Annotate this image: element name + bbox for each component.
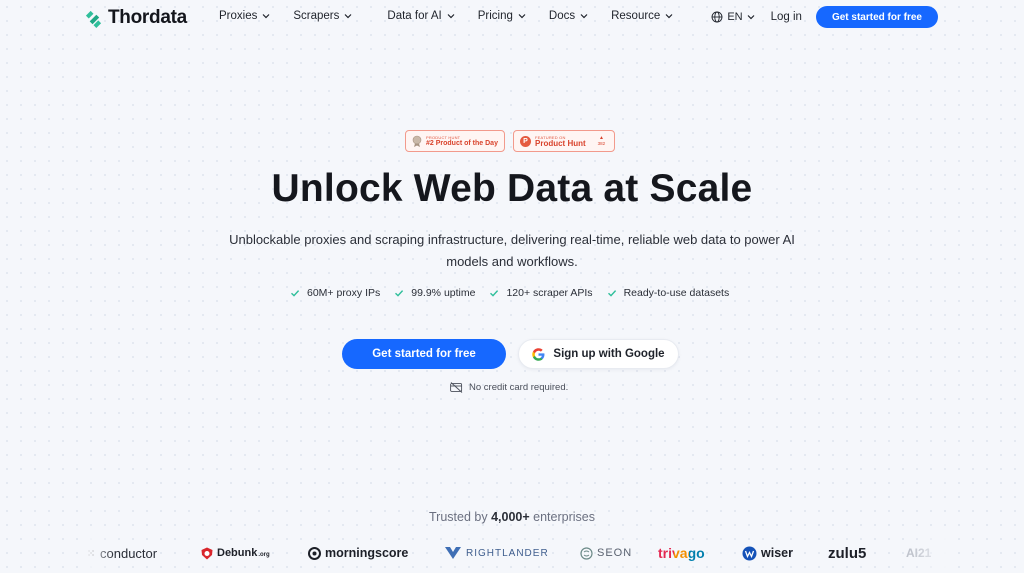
no-credit-card-note: No credit card required. <box>450 382 568 393</box>
chevron-down-icon <box>447 14 455 19</box>
menu-label: Pricing <box>477 10 513 22</box>
upvote-number: 382 <box>597 141 606 146</box>
badge-big-text: Product Hunt <box>535 138 586 148</box>
trivago-logo: trivago <box>658 541 705 565</box>
badge-big-text: #2 Product of the Day <box>426 139 498 147</box>
top-nav: Thordata Proxies Scrapers Data for AI Pr… <box>0 0 1024 36</box>
google-button-label: Sign up with Google <box>553 348 665 360</box>
product-hunt-logo-icon: P <box>520 135 531 147</box>
logo-strip-fade-right <box>912 538 948 568</box>
feature-label: 99.9% uptime <box>411 287 476 299</box>
logo-strip-fade-left <box>84 538 114 568</box>
debunk-logo: Debunk.org <box>201 541 270 565</box>
zulu5-logo: zulu5 <box>828 541 866 565</box>
trusted-by-heading: Trusted by 4,000+ enterprises <box>0 510 1024 524</box>
nav-actions: EN Log in Get started for free <box>711 6 938 28</box>
menu-item-scrapers[interactable]: Scrapers <box>293 10 352 22</box>
wiser-mark-icon <box>742 546 757 560</box>
feature-label: 120+ scraper APIs <box>506 287 593 299</box>
check-icon <box>490 290 499 297</box>
login-link[interactable]: Log in <box>771 11 802 23</box>
menu-item-resource[interactable]: Resource <box>611 10 673 22</box>
menu-item-docs[interactable]: Docs <box>549 10 588 22</box>
feature-label: 60M+ proxy IPs <box>307 287 381 299</box>
seon-logo: SEON <box>580 541 632 565</box>
rightlander-logo: RIGHTLANDER <box>444 541 549 565</box>
nav-get-started-button[interactable]: Get started for free <box>815 6 938 28</box>
thordata-logo[interactable]: Thordata <box>84 7 187 29</box>
chevron-down-icon <box>344 14 352 19</box>
menu-label: Docs <box>548 10 576 22</box>
customer-logo-strip: conductor Debunk.org morningscore RIGHTL… <box>86 541 946 565</box>
product-of-day-badge[interactable]: PRODUCT HUNT #2 Product of the Day <box>405 130 505 152</box>
rightlander-mark-icon <box>445 547 461 559</box>
morningscore-mark-icon <box>308 546 321 560</box>
no-credit-card-icon <box>450 382 463 393</box>
globe-icon <box>711 11 723 23</box>
seon-mark-icon <box>580 546 593 560</box>
chevron-down-icon <box>518 14 526 19</box>
brand-suffix: .org <box>258 552 270 558</box>
brand-name: trivago <box>658 545 705 561</box>
feature-item: Ready-to-use datasets <box>607 287 730 299</box>
brand-name: zulu5 <box>828 544 867 562</box>
menu-label: Scrapers <box>293 10 340 22</box>
menu-label: Data for AI <box>387 10 442 22</box>
language-label: EN <box>727 11 743 23</box>
check-icon <box>395 290 404 297</box>
hero-subtitle: Unblockable proxies and scraping infrast… <box>229 232 795 269</box>
menu-item-pricing[interactable]: Pricing <box>478 10 526 22</box>
menu-item-proxies[interactable]: Proxies <box>219 10 270 22</box>
feature-item: 99.9% uptime <box>394 287 475 299</box>
menu-item-data-for-ai[interactable]: Data for AI <box>387 10 455 22</box>
medal-icon <box>412 135 422 147</box>
upvote-count: ▲ 382 <box>598 135 606 147</box>
no-credit-card-text: No credit card required. <box>469 382 569 393</box>
menu-label: Proxies <box>219 10 258 22</box>
chevron-down-icon <box>580 14 588 19</box>
main-menu: Proxies Scrapers Data for AI Pricing Doc… <box>219 10 673 22</box>
feature-item: 60M+ proxy IPs <box>290 287 380 299</box>
menu-label: Resource <box>611 10 661 22</box>
get-started-button[interactable]: Get started for free <box>342 339 506 369</box>
trusted-prefix: Trusted by <box>429 510 488 524</box>
trusted-count: 4,000+ <box>491 510 530 524</box>
google-signup-button[interactable]: Sign up with Google <box>518 339 679 369</box>
logo-text: Thordata <box>108 7 187 28</box>
thordata-logo-icon <box>85 10 102 28</box>
brand-name: wiser <box>761 546 793 560</box>
feature-list: 60M+ proxy IPs 99.9% uptime 120+ scraper… <box>290 287 729 299</box>
google-icon <box>532 347 545 361</box>
chevron-down-icon <box>262 14 270 19</box>
hero-title: Unlock Web Data at Scale <box>271 167 753 210</box>
chevron-down-icon <box>747 15 755 20</box>
debunk-mark-icon <box>201 547 213 559</box>
check-icon <box>291 290 300 297</box>
award-badges: PRODUCT HUNT #2 Product of the Day P FEA… <box>405 130 615 152</box>
check-icon <box>607 290 616 297</box>
brand-name: morningscore <box>325 546 409 560</box>
brand-name: RIGHTLANDER <box>466 547 549 559</box>
brand-name: SEON <box>597 547 633 559</box>
language-selector[interactable]: EN <box>711 11 755 23</box>
featured-product-hunt-badge[interactable]: P FEATURED ON Product Hunt ▲ 382 <box>513 130 615 152</box>
brand-name: Debunk <box>217 547 258 559</box>
feature-item: 120+ scraper APIs <box>489 287 593 299</box>
morningscore-logo: morningscore <box>308 541 408 565</box>
trusted-suffix: enterprises <box>533 510 595 524</box>
wiser-logo: wiser <box>742 541 793 565</box>
feature-label: Ready-to-use datasets <box>623 287 730 299</box>
chevron-down-icon <box>665 14 673 19</box>
